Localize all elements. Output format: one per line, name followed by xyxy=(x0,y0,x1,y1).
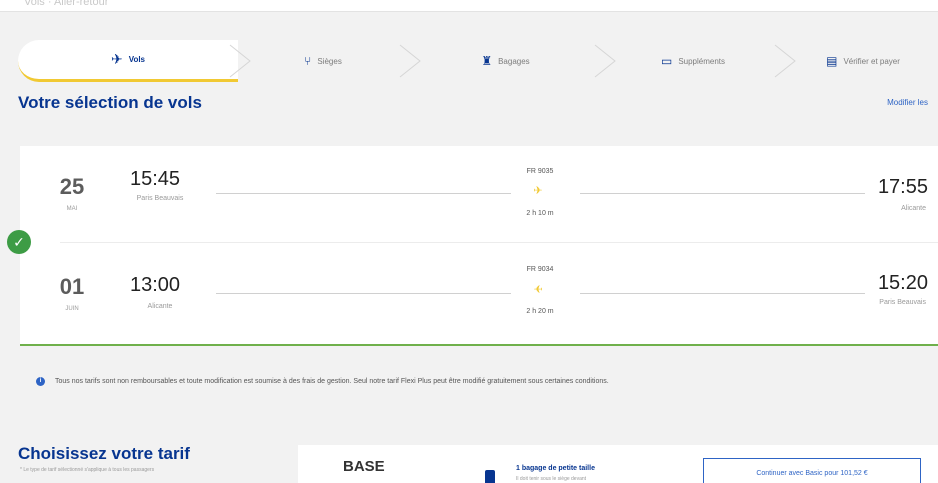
flight-summary-card: 25 MAI 15:45 Paris Beauvais FR 9035 ✈ 2 … xyxy=(20,146,938,346)
modify-link[interactable]: Modifier les xyxy=(887,98,928,107)
step-flights[interactable]: ✈ Vols xyxy=(18,40,238,82)
fare-name: BASE xyxy=(343,458,385,475)
step-seats[interactable]: ⑂ Sièges xyxy=(248,40,398,82)
flight-day: 01 xyxy=(59,274,85,299)
flight-duration: 2 h 20 m xyxy=(526,308,554,315)
flight-month: MAI xyxy=(66,206,78,212)
page-title: Votre sélection de vols xyxy=(18,93,202,112)
fare-section-title: Choisissez votre tarif xyxy=(18,444,190,463)
departure-city: Paris Beauvais xyxy=(136,195,184,202)
info-icon: i xyxy=(36,377,45,386)
departure-city: Alicante xyxy=(147,303,173,310)
step-payment-label: Vérifier et payer xyxy=(843,56,900,66)
bag-icon xyxy=(485,470,495,483)
step-extras[interactable]: ▭ Suppléments xyxy=(613,40,773,82)
fare-section-note: * Le type de tarif sélectionné s'appliqu… xyxy=(20,467,155,473)
route-line xyxy=(580,193,865,194)
continue-basic-button[interactable]: Continuer avec Basic pour 101,52 € xyxy=(703,458,921,483)
plane-icon: ✈ xyxy=(533,185,543,197)
seat-icon: ⑂ xyxy=(304,54,312,68)
flight-day: 25 xyxy=(59,174,85,199)
arrival-city: Alicante xyxy=(901,205,926,212)
bag-title: 1 bagage de petite taille xyxy=(516,465,595,472)
card-icon: ▤ xyxy=(826,54,838,68)
laptop-icon: ▭ xyxy=(660,54,673,68)
row-divider xyxy=(60,242,938,243)
arrival-time: 15:20 xyxy=(877,272,928,294)
arrival-time: 17:55 xyxy=(877,176,928,198)
route-line xyxy=(216,293,511,294)
step-bags-label: Bagages xyxy=(498,56,530,66)
step-extras-label: Suppléments xyxy=(678,56,726,66)
return-flight-row: 01 JUIN 13:00 Alicante FR 9034 ✈ 2 h 20 … xyxy=(20,246,938,342)
arrival-city: Paris Beauvais xyxy=(879,299,926,306)
flight-duration: 2 h 10 m xyxy=(526,210,554,217)
step-payment[interactable]: ▤ Vérifier et payer xyxy=(788,40,938,82)
step-bags[interactable]: ♜ Bagages xyxy=(418,40,593,82)
departure-time: 13:00 xyxy=(130,274,181,296)
top-bar-text: Vols · Aller-retour xyxy=(24,0,109,8)
fare-card-base: BASE 1 bagage de petite taille Il doit t… xyxy=(298,445,938,483)
departure-time: 15:45 xyxy=(130,168,181,190)
bag-subtitle: Il doit tenir sous le siège devant xyxy=(516,476,587,482)
fare-notice: i Tous nos tarifs sont non remboursables… xyxy=(36,376,916,387)
route-line xyxy=(216,193,511,194)
fare-notice-text: Tous nos tarifs sont non remboursables e… xyxy=(55,378,609,385)
flight-number: FR 9034 xyxy=(526,266,554,273)
plane-icon: ✈ xyxy=(110,51,123,67)
route-line xyxy=(580,293,865,294)
outbound-flight-row: 25 MAI 15:45 Paris Beauvais FR 9035 ✈ 2 … xyxy=(20,146,938,242)
check-icon: ✓ xyxy=(7,230,31,254)
luggage-icon: ♜ xyxy=(481,54,493,68)
plane-icon: ✈ xyxy=(533,284,543,296)
booking-stepper: ✈ Vols ⑂ Sièges ♜ Bagages ▭ Suppléments … xyxy=(18,40,938,82)
flight-number: FR 9035 xyxy=(526,168,554,175)
step-flights-label: Vols xyxy=(128,55,146,64)
step-seats-label: Sièges xyxy=(317,56,342,66)
top-bar: Vols · Aller-retour xyxy=(0,0,938,12)
flight-month: JUIN xyxy=(65,306,79,312)
